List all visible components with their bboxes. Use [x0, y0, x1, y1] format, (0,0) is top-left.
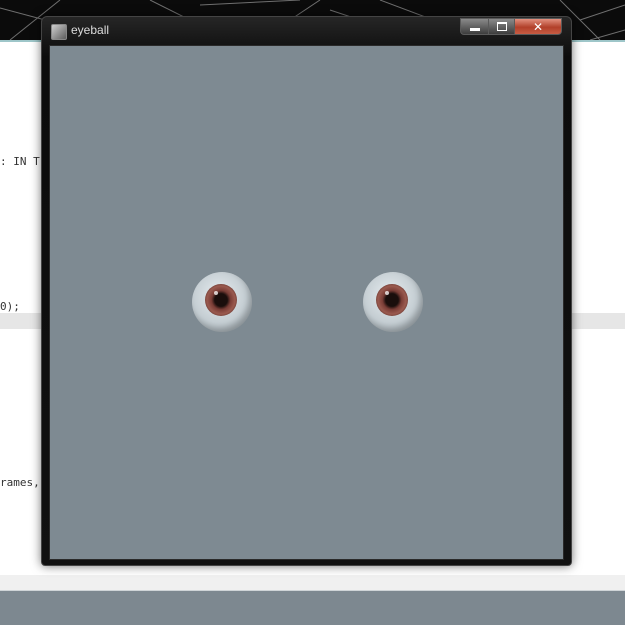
left-eye-glint	[214, 291, 218, 295]
close-icon: ✕	[532, 19, 544, 34]
editor-status-strip	[0, 575, 625, 591]
code-fragment: : IN T	[0, 155, 40, 168]
code-fragment: 0);	[0, 300, 20, 313]
sketch-canvas[interactable]	[49, 45, 564, 560]
window-controls: ✕	[460, 18, 562, 36]
maximize-button[interactable]	[489, 18, 515, 35]
left-eye	[192, 272, 252, 332]
window-titlebar[interactable]: eyeball ✕	[42, 17, 571, 44]
left-iris	[205, 284, 237, 316]
maximize-icon	[496, 22, 507, 31]
minimize-button[interactable]	[460, 18, 489, 35]
window-title: eyeball	[71, 23, 110, 37]
right-iris	[376, 284, 408, 316]
right-eye-glint	[385, 291, 389, 295]
minimize-icon	[469, 27, 480, 31]
app-window[interactable]: eyeball ✕	[41, 16, 572, 566]
console-panel	[0, 591, 625, 625]
right-eye	[363, 272, 423, 332]
app-icon[interactable]	[51, 24, 67, 40]
close-button[interactable]: ✕	[515, 18, 562, 35]
code-fragment: rames,	[0, 476, 40, 489]
